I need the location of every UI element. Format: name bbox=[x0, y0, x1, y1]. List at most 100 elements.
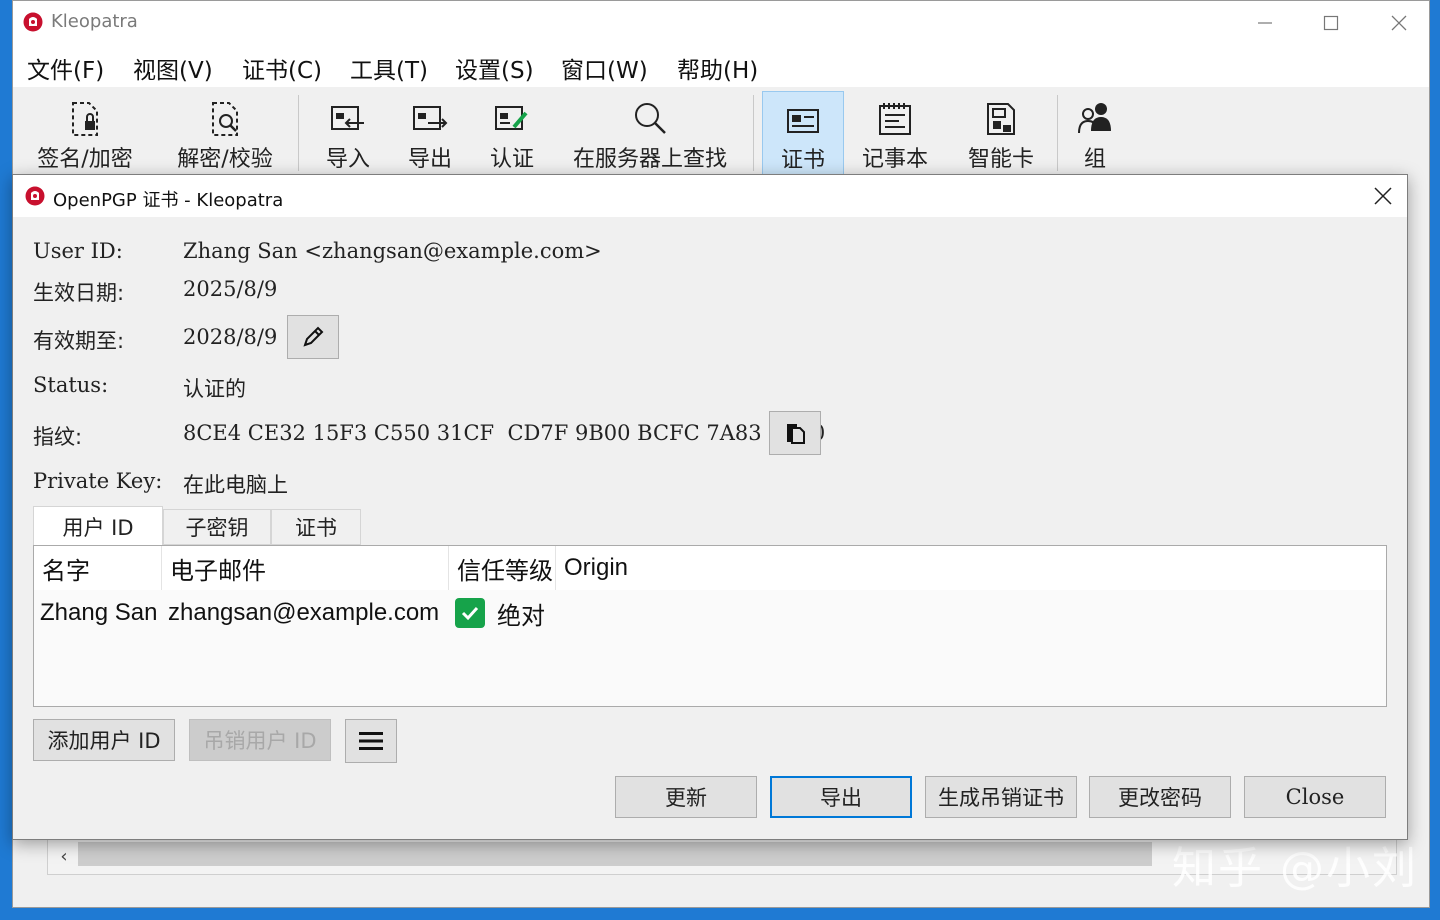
tool-certificates[interactable]: 证书 bbox=[762, 91, 844, 175]
tab-user-ids[interactable]: 用户 ID bbox=[33, 506, 163, 546]
menu-window[interactable]: 窗口(W) bbox=[561, 51, 648, 85]
cell-origin bbox=[556, 594, 756, 632]
column-header-origin[interactable]: Origin bbox=[556, 546, 1386, 590]
tool-label: 解密/校验 bbox=[177, 147, 273, 172]
pencil-icon bbox=[303, 326, 324, 347]
copy-icon bbox=[787, 424, 805, 444]
private-key-label: Private Key: bbox=[33, 469, 163, 493]
title-bar: Kleopatra bbox=[13, 1, 1429, 45]
cell-name: Zhang San bbox=[40, 599, 158, 626]
private-key-value: 在此电脑上 bbox=[183, 473, 288, 497]
user-id-label: User ID: bbox=[33, 239, 123, 263]
decrypt-verify-icon bbox=[212, 102, 238, 136]
tool-certify[interactable]: 认证 bbox=[477, 91, 547, 175]
certify-icon bbox=[495, 106, 528, 130]
tab-certifications[interactable]: 证书 bbox=[271, 509, 361, 545]
revoke-user-id-button[interactable]: 吊销用户 ID bbox=[189, 719, 331, 761]
user-id-table[interactable]: 名字 电子邮件 信任等级 Origin Zhang San zhangsan@e… bbox=[33, 545, 1387, 707]
import-icon bbox=[331, 106, 364, 130]
dialog-close-button[interactable] bbox=[1367, 181, 1399, 211]
menu-settings[interactable]: 设置(S) bbox=[455, 51, 534, 85]
tool-label: 在服务器上查找 bbox=[572, 147, 727, 172]
groups-icon bbox=[1078, 103, 1111, 134]
checkmark-icon bbox=[455, 598, 485, 628]
tab-label: 证书 bbox=[295, 516, 337, 540]
close-icon bbox=[1374, 187, 1392, 205]
tool-import[interactable]: 导入 bbox=[313, 91, 383, 175]
toolbar: 签名/加密 解密/校验 导入 导出 认证 在服务器上查找 证书 记事本 智能卡 … bbox=[13, 87, 1429, 175]
tool-label: 证书 bbox=[780, 148, 825, 173]
tool-smartcard[interactable]: 智能卡 bbox=[959, 91, 1043, 175]
notepad-icon bbox=[879, 103, 911, 135]
close-window-button[interactable] bbox=[1379, 7, 1419, 39]
maximize-button[interactable] bbox=[1311, 7, 1351, 39]
status-value: 认证的 bbox=[183, 377, 246, 401]
scroll-left-icon[interactable]: ‹ bbox=[54, 846, 74, 867]
column-header-email[interactable]: 电子邮件 bbox=[162, 546, 449, 590]
menu-tools[interactable]: 工具(T) bbox=[350, 51, 428, 85]
smartcard-icon bbox=[987, 103, 1015, 135]
menu-bar: 文件(F) 视图(V) 证书(C) 工具(T) 设置(S) 窗口(W) 帮助(H… bbox=[13, 45, 1429, 87]
copy-fingerprint-button[interactable] bbox=[769, 411, 821, 455]
kleopatra-logo-icon bbox=[23, 12, 43, 32]
toolbar-separator bbox=[753, 95, 754, 171]
export-button[interactable]: 导出 bbox=[770, 776, 912, 818]
toolbar-separator bbox=[1057, 95, 1058, 171]
tool-sign-encrypt[interactable]: 签名/加密 bbox=[29, 91, 141, 175]
menu-file[interactable]: 文件(F) bbox=[27, 51, 104, 85]
hamburger-menu-icon bbox=[359, 732, 383, 750]
tool-label: 组 bbox=[1083, 147, 1106, 172]
window-title: Kleopatra bbox=[51, 11, 138, 32]
add-user-id-button[interactable]: 添加用户 ID bbox=[33, 719, 175, 761]
update-button[interactable]: 更新 bbox=[615, 776, 757, 818]
minimize-button[interactable] bbox=[1245, 7, 1285, 39]
toolbar-separator bbox=[298, 95, 299, 171]
fingerprint-value: 8CE4 CE32 15F3 C550 31CF CD7F 9B00 BCFC … bbox=[183, 421, 826, 445]
menu-help[interactable]: 帮助(H) bbox=[677, 51, 758, 85]
tab-label: 子密钥 bbox=[185, 516, 249, 540]
tool-label: 认证 bbox=[489, 147, 534, 172]
certificate-details-dialog: OpenPGP 证书 - Kleopatra User ID: Zhang Sa… bbox=[12, 174, 1408, 840]
tab-label: 用户 ID bbox=[62, 515, 134, 540]
valid-from-label: 生效日期: bbox=[33, 281, 125, 305]
tool-groups[interactable]: 组 bbox=[1067, 91, 1123, 175]
tool-notepad[interactable]: 记事本 bbox=[855, 91, 935, 175]
maximize-icon bbox=[1323, 15, 1339, 31]
expires-label: 有效期至: bbox=[33, 329, 125, 353]
status-label: Status: bbox=[33, 373, 109, 397]
dialog-title-bar: OpenPGP 证书 - Kleopatra bbox=[13, 175, 1407, 217]
tool-label: 签名/加密 bbox=[37, 147, 133, 172]
more-actions-button[interactable] bbox=[345, 719, 397, 763]
scrollbar-thumb[interactable] bbox=[78, 842, 1152, 866]
kleopatra-logo-icon bbox=[25, 186, 45, 206]
tab-subkeys[interactable]: 子密钥 bbox=[163, 509, 271, 545]
tool-label: 智能卡 bbox=[967, 147, 1034, 172]
tool-label: 记事本 bbox=[861, 147, 928, 172]
valid-from-value: 2025/8/9 bbox=[183, 277, 278, 301]
column-header-name[interactable]: 名字 bbox=[34, 546, 162, 590]
menu-certificates[interactable]: 证书(C) bbox=[242, 51, 322, 85]
user-id-value: Zhang San <zhangsan@example.com> bbox=[183, 239, 602, 263]
generate-revocation-button[interactable]: 生成吊销证书 bbox=[925, 776, 1077, 818]
edit-expiry-button[interactable] bbox=[287, 315, 339, 359]
tool-export[interactable]: 导出 bbox=[395, 91, 465, 175]
tool-label: 导入 bbox=[325, 147, 370, 172]
close-icon bbox=[1391, 15, 1407, 31]
sign-encrypt-icon bbox=[72, 102, 98, 136]
tool-search-server[interactable]: 在服务器上查找 bbox=[565, 91, 735, 175]
tool-label: 导出 bbox=[407, 147, 452, 172]
certificates-icon bbox=[787, 109, 819, 133]
minimize-icon bbox=[1258, 22, 1272, 24]
column-header-trust[interactable]: 信任等级 bbox=[449, 546, 556, 590]
trust-level: 绝对 bbox=[497, 602, 545, 630]
search-server-icon bbox=[635, 103, 666, 134]
export-icon bbox=[413, 106, 448, 130]
cell-trust: 绝对 bbox=[449, 594, 556, 632]
menu-view[interactable]: 视图(V) bbox=[133, 51, 213, 85]
change-password-button[interactable]: 更改密码 bbox=[1089, 776, 1231, 818]
expires-value: 2028/8/9 bbox=[183, 325, 278, 349]
tool-decrypt-verify[interactable]: 解密/校验 bbox=[169, 91, 281, 175]
cell-email: zhangsan@example.com bbox=[168, 599, 440, 626]
dialog-title: OpenPGP 证书 - Kleopatra bbox=[53, 190, 284, 211]
close-button[interactable]: Close bbox=[1244, 776, 1386, 818]
